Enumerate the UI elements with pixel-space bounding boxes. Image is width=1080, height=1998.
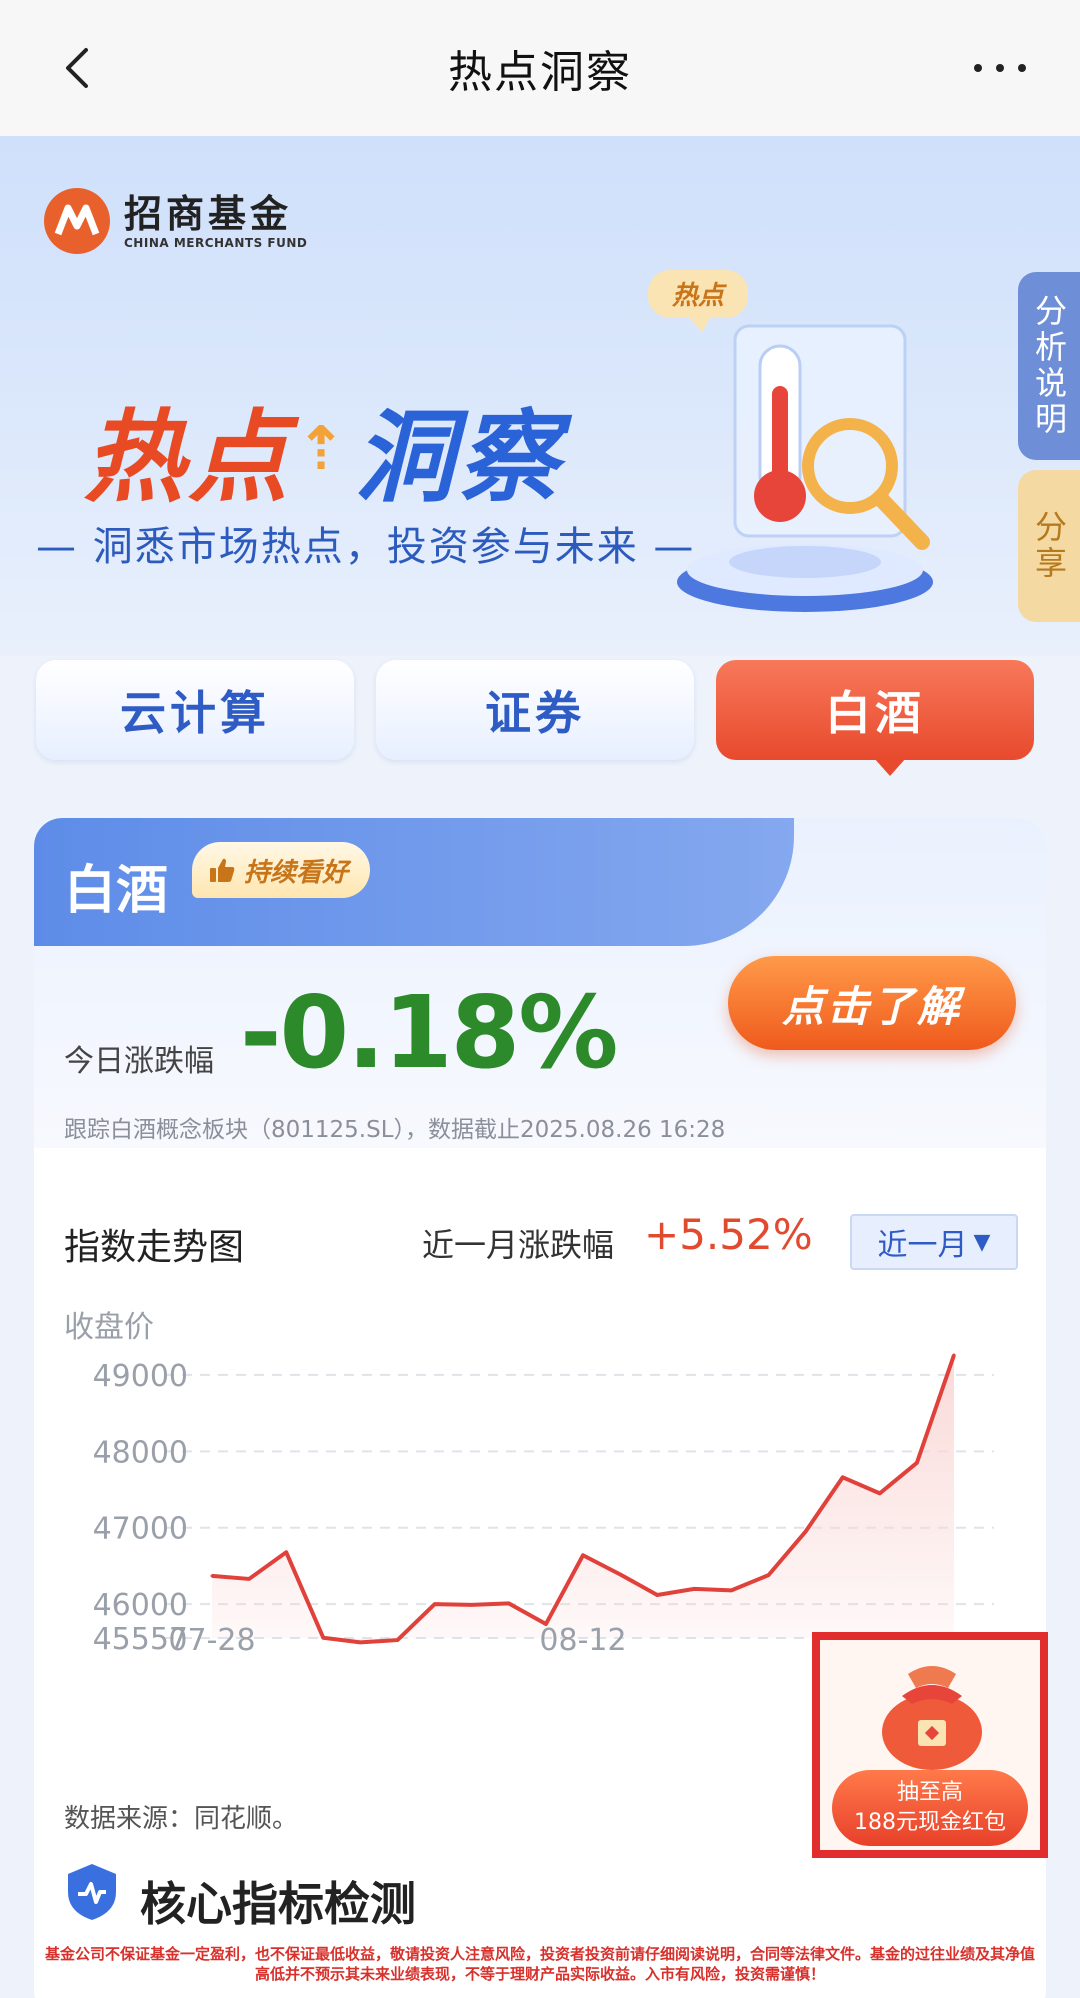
period-dropdown-value: 近一月 xyxy=(877,1228,968,1263)
price-point xyxy=(804,1530,808,1534)
x-tick-label: 08-12 xyxy=(539,1623,626,1658)
sector-name: 白酒 xyxy=(64,861,169,921)
price-point xyxy=(507,1601,511,1605)
shield-check-icon xyxy=(68,1864,116,1920)
price-point xyxy=(878,1491,882,1495)
up-arrow-icon: ⇡ xyxy=(296,413,351,484)
brand-name-en: CHINA MERCHANTS FUND xyxy=(124,236,308,250)
thermometer-illustration-icon: 热点 xyxy=(648,270,933,612)
brand-logo: 招商基金 CHINA MERCHANTS FUND xyxy=(44,188,307,254)
brand-logo-icon xyxy=(44,188,110,254)
red-packet-label: 抽至高 188元现金红包 xyxy=(832,1770,1028,1846)
tracking-note: 跟踪白酒概念板块（801125.SL），数据截止2025.08.26 16:28 xyxy=(64,1117,726,1143)
analysis-side-tab[interactable]: 分析说明 xyxy=(1018,272,1080,460)
hero-title-part2: 洞察 xyxy=(354,399,563,516)
caret-down-icon: ▼ xyxy=(973,1229,991,1255)
red-packet-line2: 188元现金红包 xyxy=(854,1810,1006,1835)
price-point xyxy=(581,1553,585,1557)
price-point xyxy=(358,1640,362,1644)
thumbs-up-icon xyxy=(210,858,235,882)
hero-banner: 招商基金 CHINA MERCHANTS FUND 热点 ⇡ 洞察 — 洞悉市场… xyxy=(0,136,1080,656)
y-tick-label: 46000 xyxy=(93,1588,188,1623)
hot-tag-label: 热点 xyxy=(671,281,728,311)
red-packet-line1: 抽至高 xyxy=(896,1780,963,1805)
core-metrics-title: 核心指标检测 xyxy=(140,1877,416,1931)
data-source-note: 数据来源：同花顺。 xyxy=(64,1804,299,1834)
page-title: 热点洞察 xyxy=(448,47,632,98)
price-point xyxy=(618,1572,622,1576)
outlook-badge-label: 持续看好 xyxy=(244,857,349,888)
hero-title: 热点 ⇡ 洞察 xyxy=(84,376,562,521)
tab-liquor[interactable]: 白酒 xyxy=(716,660,1034,760)
x-tick-label: 07-28 xyxy=(168,1623,255,1658)
more-options-icon[interactable] xyxy=(972,60,1028,76)
price-point xyxy=(655,1593,659,1597)
chart-title: 指数走势图 xyxy=(64,1227,245,1268)
price-point xyxy=(915,1461,919,1465)
price-area xyxy=(212,1355,954,1643)
back-arrow-icon[interactable] xyxy=(56,46,100,90)
outlook-badge: 持续看好 xyxy=(192,842,371,898)
sector-card-header: 白酒 持续看好 今日涨跌幅 -0.18% 点击了解 跟踪白酒概念板块（80112… xyxy=(34,818,1046,1148)
brand-name-cn: 招商基金 xyxy=(124,191,293,236)
month-change-value: +5.52% xyxy=(644,1210,813,1259)
top-nav-bar: 热点洞察 xyxy=(0,0,1080,136)
hero-subtitle: — 洞悉市场热点，投资参与未来 — xyxy=(36,524,696,570)
y-tick-label: 48000 xyxy=(93,1435,188,1470)
tab-securities[interactable]: 证券 xyxy=(376,660,694,760)
category-tabs: 云计算 证券 白酒 xyxy=(36,660,1034,776)
price-point xyxy=(321,1636,325,1640)
price-point xyxy=(433,1602,437,1606)
lucky-bag-icon xyxy=(882,1666,982,1770)
price-point xyxy=(210,1574,214,1578)
index-trend-chart: 490004800047000460004555707-28 08-12 xyxy=(93,1353,994,1658)
price-point xyxy=(729,1588,733,1592)
price-point xyxy=(396,1638,399,1642)
hero-title-part1: 热点 xyxy=(84,399,292,516)
price-point xyxy=(841,1475,845,1479)
price-point xyxy=(247,1577,251,1581)
share-side-tab[interactable]: 分享 xyxy=(1018,470,1080,622)
active-tab-pointer xyxy=(874,758,906,776)
price-point xyxy=(952,1353,956,1357)
red-packet-promo[interactable]: 抽至高 188元现金红包 xyxy=(812,1632,1048,1858)
y-tick-label: 49000 xyxy=(93,1359,188,1394)
today-change-label: 今日涨跌幅 xyxy=(64,1044,214,1079)
learn-more-button[interactable]: 点击了解 xyxy=(728,956,1016,1050)
price-point xyxy=(767,1573,770,1577)
price-point xyxy=(284,1550,288,1554)
y-tick-label: 47000 xyxy=(93,1512,188,1547)
price-point xyxy=(470,1603,474,1607)
today-change-value: -0.18% xyxy=(240,974,618,1091)
month-change-label: 近一月涨跌幅 xyxy=(422,1226,615,1264)
price-point xyxy=(692,1587,696,1591)
risk-disclaimer: 基金公司不保证基金一定盈利，也不保证最低收益，敬请投资人注意风险，投资者投资前请… xyxy=(44,1945,1035,1983)
period-dropdown[interactable]: 近一月 ▼ xyxy=(850,1214,1018,1270)
tab-cloud-computing[interactable]: 云计算 xyxy=(36,660,354,760)
